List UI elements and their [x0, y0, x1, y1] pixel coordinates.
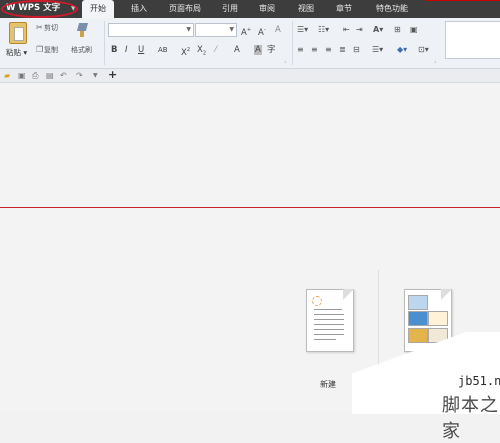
highlight-circle: [1, 0, 78, 18]
font-name-select[interactable]: ▼: [108, 23, 194, 37]
open-folder-icon[interactable]: ▰: [4, 70, 10, 81]
tab-page-layout[interactable]: 页面布局: [160, 0, 210, 18]
paste-label: 粘贴: [6, 48, 21, 57]
align-left-icon[interactable]: ≡: [297, 45, 304, 55]
cut-button[interactable]: ✂剪切: [36, 23, 58, 33]
undo-icon[interactable]: ↶: [60, 70, 67, 81]
sun-icon: [312, 296, 322, 306]
bold-icon[interactable]: B: [111, 45, 117, 55]
new-tab-plus-icon[interactable]: +: [108, 69, 117, 80]
cut-label: 剪切: [44, 24, 58, 32]
char-shading-icon[interactable]: A: [254, 45, 262, 55]
fill-color-icon[interactable]: ◆▾: [397, 45, 407, 55]
watermark-url: jb51.net: [458, 374, 500, 388]
app-menu-button[interactable]: W WPS 文字 ▼: [1, 0, 78, 18]
new-document-icon[interactable]: [306, 289, 354, 352]
copy-label: 复制: [44, 46, 58, 54]
increase-indent-icon[interactable]: ⇥: [356, 25, 363, 35]
save-icon[interactable]: ▣: [18, 70, 26, 81]
scissors-icon: ✂: [36, 23, 43, 32]
format-painter-button[interactable]: 格式刷: [71, 45, 92, 55]
clear-format-icon[interactable]: A: [275, 25, 281, 35]
distributed-align-icon[interactable]: ⊟: [353, 45, 360, 55]
group-divider: [104, 21, 105, 65]
quick-access-toolbar: ▰ ▣ ⎙ ▤ ↶ ↷ ▼ +: [0, 69, 500, 83]
font-size-select[interactable]: ▼: [195, 23, 237, 37]
copy-icon: ❐: [36, 45, 44, 54]
align-center-icon[interactable]: ≡: [311, 45, 318, 55]
chevron-down-icon: ▼: [186, 26, 191, 33]
subscript-icon[interactable]: X2: [197, 45, 206, 59]
print-icon[interactable]: ⎙: [32, 70, 38, 81]
title-bar: W WPS 文字 ▼ 开始 插入 页面布局 引用 审阅 视图 章节 特色功能: [0, 0, 500, 18]
text-direction-icon[interactable]: A▾: [373, 25, 383, 35]
underline-icon[interactable]: U: [138, 45, 144, 55]
paste-button[interactable]: 粘贴 ▾: [4, 20, 30, 64]
paragraph-dialog-launcher-icon[interactable]: ⌟: [434, 58, 436, 64]
ribbon-home: 粘贴 ▾ ✂剪切 ❐复制 格式刷 ▼ ▼ A+ A- A B I U AB X2…: [0, 18, 500, 69]
new-document-label[interactable]: 新建: [320, 379, 336, 390]
tab-special-features[interactable]: 特色功能: [366, 0, 418, 18]
divider-red-line: [0, 207, 500, 208]
superscript-icon[interactable]: X2: [181, 45, 190, 58]
decrease-indent-icon[interactable]: ⇤: [343, 25, 350, 35]
font-color-icon[interactable]: A: [234, 45, 240, 55]
watermark: jb51.net 脚本之家: [352, 332, 500, 442]
print-preview-icon[interactable]: ▤: [46, 70, 54, 81]
strikethrough-icon[interactable]: AB: [158, 45, 168, 55]
highlight-pen-icon[interactable]: ⁄: [215, 45, 216, 55]
table-icon[interactable]: ⊞: [394, 25, 401, 35]
line-spacing-icon[interactable]: ☰▾: [372, 45, 383, 55]
italic-icon[interactable]: I: [125, 45, 128, 55]
phonetic-guide-icon[interactable]: 字: [267, 45, 276, 55]
tab-chapter[interactable]: 章节: [330, 0, 358, 18]
display-marks-icon[interactable]: ▣: [410, 25, 418, 35]
tab-home[interactable]: 开始: [82, 0, 114, 18]
grow-font-icon[interactable]: A+: [241, 25, 251, 38]
numbered-list-icon[interactable]: ☷▾: [318, 25, 329, 35]
align-right-icon[interactable]: ≡: [325, 45, 332, 55]
group-divider: [292, 21, 293, 65]
copy-button[interactable]: ❐复制: [36, 45, 58, 55]
tab-review[interactable]: 审阅: [253, 0, 281, 18]
justify-icon[interactable]: ≣: [339, 45, 346, 55]
styles-gallery[interactable]: [445, 21, 500, 59]
format-painter-icon[interactable]: [76, 23, 90, 37]
borders-icon[interactable]: ⊡▾: [418, 45, 429, 55]
shrink-font-icon[interactable]: A-: [258, 25, 266, 38]
chevron-down-icon: ▼: [229, 26, 234, 33]
tab-references[interactable]: 引用: [216, 0, 244, 18]
format-painter-label: 格式刷: [71, 46, 92, 54]
bullet-list-icon[interactable]: ☰▾: [297, 25, 308, 35]
font-dialog-launcher-icon[interactable]: ⌟: [284, 58, 286, 64]
clipboard-icon: [9, 22, 27, 44]
watermark-text: 脚本之家: [442, 395, 499, 442]
redo-icon[interactable]: ↷: [76, 70, 83, 81]
top-red-line: [425, 0, 500, 1]
customize-toolbar-icon[interactable]: ▼: [93, 70, 98, 81]
tab-view[interactable]: 视图: [292, 0, 320, 18]
tab-insert[interactable]: 插入: [124, 0, 154, 18]
